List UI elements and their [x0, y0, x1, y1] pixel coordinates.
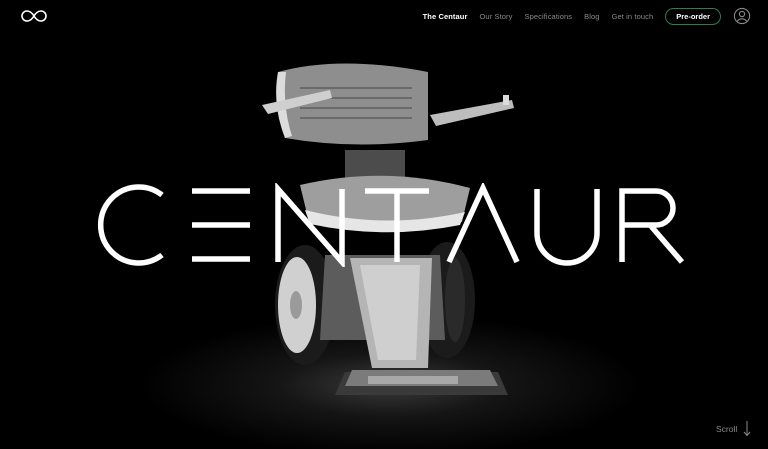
main-nav: The Centaur Our Story Specifications Blo… — [423, 0, 768, 32]
nav-item-our-story[interactable]: Our Story — [479, 12, 512, 21]
user-icon[interactable] — [733, 7, 751, 25]
scroll-indicator[interactable]: Scroll — [716, 421, 751, 437]
hero-section: The Centaur Our Story Specifications Blo… — [0, 0, 768, 449]
arrow-down-icon — [743, 421, 751, 437]
nav-item-get-in-touch[interactable]: Get in touch — [612, 12, 654, 21]
nav-item-the-centaur[interactable]: The Centaur — [423, 12, 468, 21]
infinity-logo-icon[interactable] — [19, 8, 49, 24]
scroll-label: Scroll — [716, 424, 738, 434]
centaur-wordmark — [97, 183, 684, 267]
pre-order-button[interactable]: Pre-order — [665, 7, 721, 25]
nav-item-blog[interactable]: Blog — [584, 12, 599, 21]
nav-item-specifications[interactable]: Specifications — [524, 12, 572, 21]
